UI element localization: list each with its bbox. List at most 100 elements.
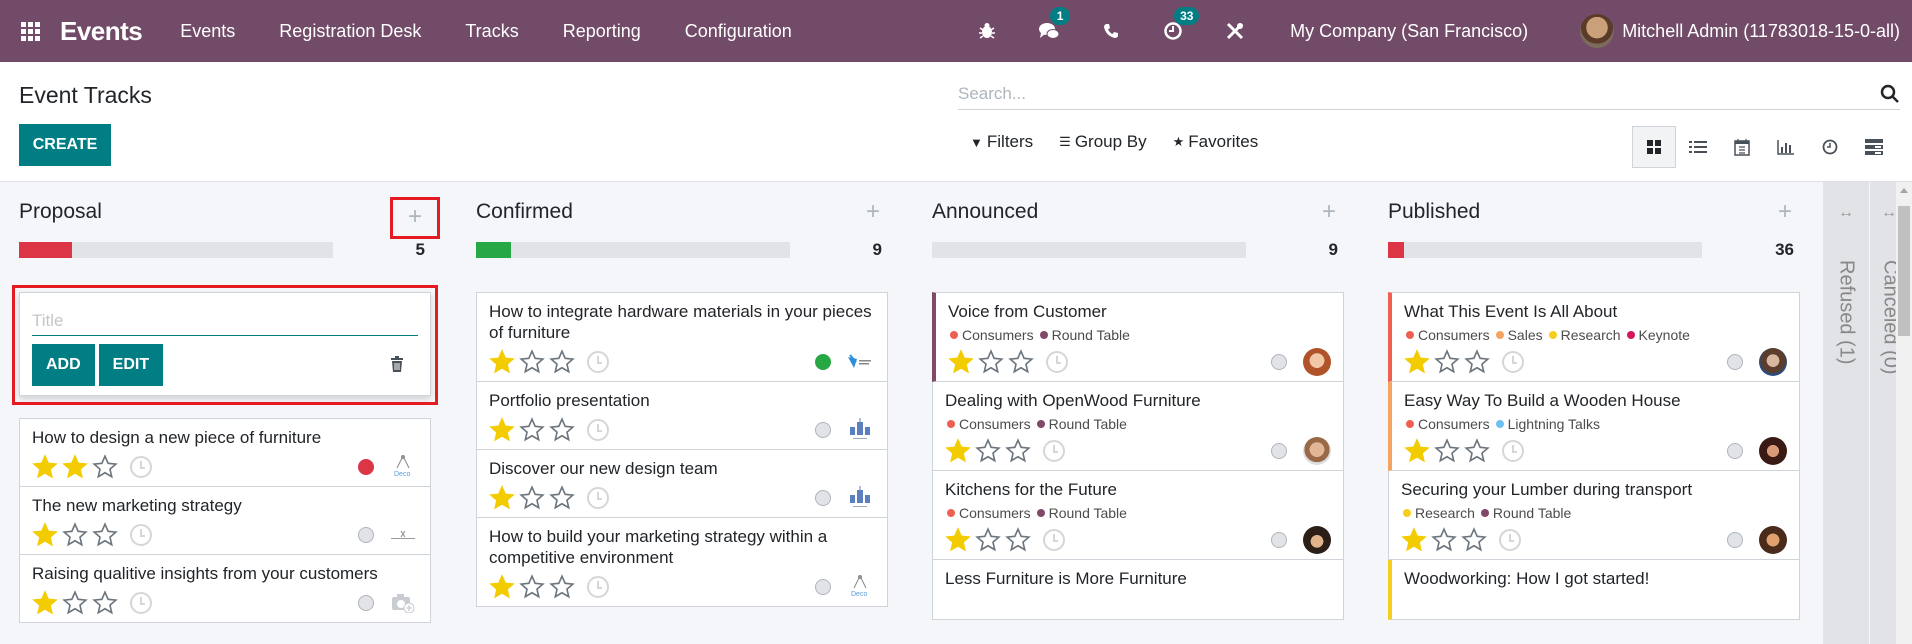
kanban-state-indicator[interactable] xyxy=(358,459,374,475)
star-filled-icon[interactable] xyxy=(62,454,88,480)
star-empty-icon[interactable] xyxy=(549,349,575,375)
progress-bar[interactable] xyxy=(1388,242,1702,258)
menu-registration-desk[interactable]: Registration Desk xyxy=(279,21,421,42)
star-filled-icon[interactable] xyxy=(1404,349,1430,375)
star-empty-icon[interactable] xyxy=(975,438,1001,464)
star-empty-icon[interactable] xyxy=(519,349,545,375)
messages-button[interactable]: 1 xyxy=(1037,7,1071,43)
star-empty-icon[interactable] xyxy=(62,590,88,616)
star-empty-icon[interactable] xyxy=(1008,349,1034,375)
group-by-button[interactable]: ☰ Group By xyxy=(1059,132,1146,152)
star-empty-icon[interactable] xyxy=(92,522,118,548)
star-empty-icon[interactable] xyxy=(1464,349,1490,375)
star-filled-icon[interactable] xyxy=(948,349,974,375)
menu-reporting[interactable]: Reporting xyxy=(563,21,641,42)
column-title[interactable]: Published xyxy=(1388,200,1480,224)
quick-add-button[interactable]: + xyxy=(1314,198,1344,226)
star-empty-icon[interactable] xyxy=(519,485,545,511)
progress-bar[interactable] xyxy=(19,242,333,258)
scroll-thumb[interactable] xyxy=(1898,206,1910,336)
star-empty-icon[interactable] xyxy=(92,590,118,616)
star-filled-icon[interactable] xyxy=(32,454,58,480)
kanban-state-indicator[interactable] xyxy=(1727,354,1743,370)
activity-clock-icon[interactable] xyxy=(587,419,609,441)
kanban-card[interactable]: The new marketing strategy xyxy=(19,487,431,555)
star-empty-icon[interactable] xyxy=(1464,438,1490,464)
scroll-up-arrow-icon[interactable] xyxy=(1900,188,1908,193)
activity-clock-icon[interactable] xyxy=(1046,351,1068,373)
search-icon[interactable] xyxy=(1880,84,1900,104)
kanban-state-indicator[interactable] xyxy=(815,490,831,506)
star-empty-icon[interactable] xyxy=(1005,527,1031,553)
star-filled-icon[interactable] xyxy=(1404,438,1430,464)
horizontal-scrollbar[interactable] xyxy=(1896,182,1912,644)
kanban-card[interactable]: Voice from Customer Consumers Round Table xyxy=(932,292,1344,382)
quick-add-button[interactable]: + xyxy=(858,198,888,226)
star-filled-icon[interactable] xyxy=(489,574,515,600)
star-empty-icon[interactable] xyxy=(1434,438,1460,464)
trash-icon[interactable] xyxy=(390,356,404,372)
user-menu[interactable]: Mitchell Admin (11783018-15-0-all) xyxy=(1580,14,1900,48)
quick-add-button[interactable]: + xyxy=(390,197,440,239)
star-filled-icon[interactable] xyxy=(32,590,58,616)
kanban-state-indicator[interactable] xyxy=(1271,443,1287,459)
folded-column-canceled[interactable]: ↔ Canceled (0) xyxy=(1870,182,1896,644)
progress-bar[interactable] xyxy=(932,242,1246,258)
kanban-card[interactable]: Securing your Lumber during transport Res… xyxy=(1388,471,1800,560)
kanban-state-indicator[interactable] xyxy=(1727,443,1743,459)
apps-menu-button[interactable] xyxy=(0,0,60,62)
progress-bar[interactable] xyxy=(476,242,790,258)
activity-view-button[interactable] xyxy=(1808,126,1852,168)
kanban-state-indicator[interactable] xyxy=(1271,354,1287,370)
quick-create-title-input[interactable] xyxy=(32,305,418,336)
kanban-card[interactable]: How to integrate hardware materials in y… xyxy=(476,292,888,382)
quick-add-button[interactable]: + xyxy=(1770,198,1800,226)
kanban-card[interactable]: Woodworking: How I got started! xyxy=(1388,560,1800,620)
activity-clock-icon[interactable] xyxy=(130,524,152,546)
column-title[interactable]: Proposal xyxy=(19,200,102,224)
kanban-state-indicator[interactable] xyxy=(358,595,374,611)
kanban-card[interactable]: Easy Way To Build a Wooden House Consumer… xyxy=(1388,382,1800,471)
kanban-state-indicator[interactable] xyxy=(815,354,831,370)
kanban-card[interactable]: Discover our new design team xyxy=(476,450,888,518)
phone-icon[interactable] xyxy=(1099,19,1123,43)
star-empty-icon[interactable] xyxy=(549,574,575,600)
star-filled-icon[interactable] xyxy=(32,522,58,548)
calendar-view-button[interactable] xyxy=(1720,126,1764,168)
kanban-card[interactable]: What This Event Is All About Consumers Sal… xyxy=(1388,292,1800,382)
kanban-state-indicator[interactable] xyxy=(1271,532,1287,548)
activity-clock-icon[interactable] xyxy=(587,351,609,373)
kanban-card[interactable]: Portfolio presentation xyxy=(476,382,888,450)
kanban-state-indicator[interactable] xyxy=(1727,532,1743,548)
star-empty-icon[interactable] xyxy=(1431,527,1457,553)
activities-button[interactable]: 33 xyxy=(1161,7,1200,43)
menu-configuration[interactable]: Configuration xyxy=(685,21,792,42)
tools-icon[interactable] xyxy=(1223,19,1247,43)
list-view-button[interactable] xyxy=(1676,126,1720,168)
star-empty-icon[interactable] xyxy=(1434,349,1460,375)
activity-clock-icon[interactable] xyxy=(1502,440,1524,462)
star-filled-icon[interactable] xyxy=(489,349,515,375)
app-brand[interactable]: Events xyxy=(60,16,143,47)
kanban-view-button[interactable] xyxy=(1632,126,1676,168)
filters-button[interactable]: ▼ Filters xyxy=(970,132,1033,152)
star-empty-icon[interactable] xyxy=(549,417,575,443)
star-empty-icon[interactable] xyxy=(978,349,1004,375)
star-empty-icon[interactable] xyxy=(1005,438,1031,464)
star-filled-icon[interactable] xyxy=(1401,527,1427,553)
star-empty-icon[interactable] xyxy=(62,522,88,548)
activity-clock-icon[interactable] xyxy=(1043,529,1065,551)
column-title[interactable]: Confirmed xyxy=(476,200,573,224)
menu-tracks[interactable]: Tracks xyxy=(465,21,518,42)
star-empty-icon[interactable] xyxy=(549,485,575,511)
activity-clock-icon[interactable] xyxy=(1043,440,1065,462)
kanban-card[interactable]: Kitchens for the Future Consumers Round Ta… xyxy=(932,471,1344,560)
activity-clock-icon[interactable] xyxy=(130,456,152,478)
star-empty-icon[interactable] xyxy=(1461,527,1487,553)
star-filled-icon[interactable] xyxy=(945,527,971,553)
kanban-card[interactable]: Less Furniture is More Furniture xyxy=(932,560,1344,620)
star-filled-icon[interactable] xyxy=(489,485,515,511)
column-title[interactable]: Announced xyxy=(932,200,1038,224)
activity-clock-icon[interactable] xyxy=(130,592,152,614)
create-button[interactable]: CREATE xyxy=(19,124,111,166)
